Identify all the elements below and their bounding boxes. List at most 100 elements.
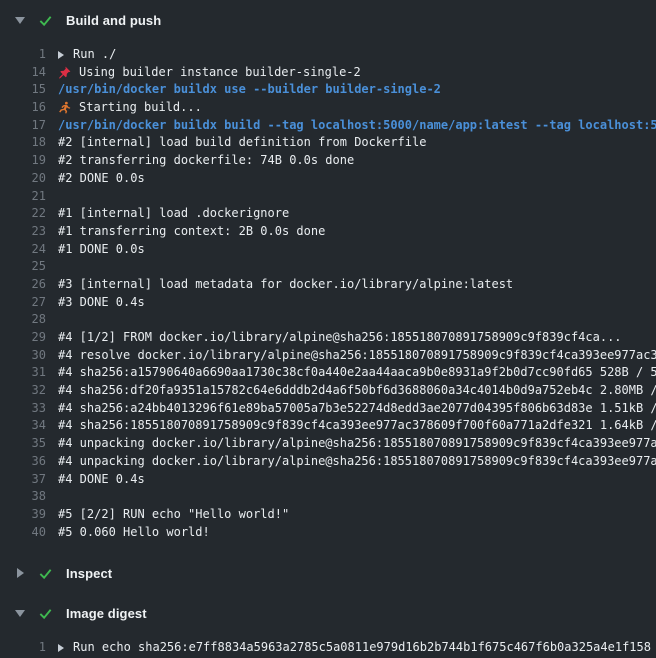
log-line: 37 #4 DONE 0.4s [0, 471, 656, 489]
line-text-content: #4 sha256:a15790640a6690aa1730c38cf0a440… [58, 364, 656, 382]
line-text [46, 258, 656, 276]
line-number[interactable]: 30 [0, 347, 46, 365]
check-icon [38, 606, 54, 621]
line-number[interactable]: 31 [0, 364, 46, 382]
line-number[interactable]: 24 [0, 241, 46, 259]
line-number[interactable]: 27 [0, 294, 46, 312]
line-number[interactable]: 35 [0, 435, 46, 453]
line-number[interactable]: 38 [0, 488, 46, 506]
expand-group-arrow-icon[interactable] [58, 644, 64, 652]
line-text-content: #4 unpacking docker.io/library/alpine@sh… [58, 435, 656, 453]
log-line: 24 #1 DONE 0.0s [0, 241, 656, 259]
log-line: 22 #1 [internal] load .dockerignore [0, 205, 656, 223]
step-log-lines: 1 Run echo sha256:e7ff8834a5963a2785c5a0… [0, 633, 656, 658]
line-text-content: #4 resolve docker.io/library/alpine@sha2… [58, 347, 656, 365]
log-line: 32 #4 sha256:df20fa9351a15782c64e6dddb2d… [0, 382, 656, 400]
log-line: 1 Run ./ [0, 46, 656, 64]
log-line: 40 #5 0.060 Hello world! [0, 524, 656, 542]
line-text: #2 transferring dockerfile: 74B 0.0s don… [46, 152, 656, 170]
line-text-content: #1 transferring context: 2B 0.0s done [58, 223, 325, 241]
line-number[interactable]: 23 [0, 223, 46, 241]
step-log-lines: 1 Run ./ 14 Using builder instance build… [0, 40, 656, 553]
step-header[interactable]: Image digest [0, 593, 656, 633]
line-number[interactable]: 21 [0, 188, 46, 206]
line-number[interactable]: 37 [0, 471, 46, 489]
line-text: #4 DONE 0.4s [46, 471, 656, 489]
check-icon [38, 13, 54, 28]
line-text: #3 [internal] load metadata for docker.i… [46, 276, 656, 294]
chevron-down-icon[interactable] [14, 17, 26, 24]
line-number[interactable]: 26 [0, 276, 46, 294]
line-number[interactable]: 20 [0, 170, 46, 188]
log-line: 36 #4 unpacking docker.io/library/alpine… [0, 453, 656, 471]
line-number[interactable]: 34 [0, 417, 46, 435]
line-text-content: #4 DONE 0.4s [58, 471, 145, 489]
line-text-content: #4 sha256:a24bb4013296f61e89ba57005a7b3e… [58, 400, 656, 418]
line-text [46, 311, 656, 329]
line-text: #2 DONE 0.0s [46, 170, 656, 188]
line-text: Starting build... [46, 99, 656, 117]
line-number[interactable]: 14 [0, 64, 46, 82]
step-section-image-digest: Image digest 1 Run echo sha256:e7ff8834a… [0, 593, 656, 658]
line-number[interactable]: 33 [0, 400, 46, 418]
line-number[interactable]: 1 [0, 639, 46, 657]
line-text [46, 188, 656, 206]
step-title: Image digest [66, 606, 147, 621]
log-line: 34 #4 sha256:185518070891758909c9f839cf4… [0, 417, 656, 435]
line-number[interactable]: 39 [0, 506, 46, 524]
line-number[interactable]: 29 [0, 329, 46, 347]
line-text: #5 [2/2] RUN echo "Hello world!" [46, 506, 656, 524]
line-text: Run ./ [46, 46, 656, 64]
step-section-build-and-push: Build and push 1 Run ./ 14 Using builder… [0, 0, 656, 553]
actions-log-viewer: Build and push 1 Run ./ 14 Using builder… [0, 0, 656, 658]
line-number[interactable]: 1 [0, 46, 46, 64]
line-text: #3 DONE 0.4s [46, 294, 656, 312]
runner-icon [58, 101, 72, 114]
log-line: 14 Using builder instance builder-single… [0, 64, 656, 82]
line-number[interactable]: 40 [0, 524, 46, 542]
line-number[interactable]: 36 [0, 453, 46, 471]
line-number[interactable]: 28 [0, 311, 46, 329]
line-text: #4 sha256:df20fa9351a15782c64e6dddb2d4a6… [46, 382, 656, 400]
line-text-content: Using builder instance builder-single-2 [79, 64, 361, 82]
line-number[interactable]: 17 [0, 117, 46, 135]
log-line: 17 /usr/bin/docker buildx build --tag lo… [0, 117, 656, 135]
line-text: #4 sha256:a24bb4013296f61e89ba57005a7b3e… [46, 400, 656, 418]
line-text: /usr/bin/docker buildx build --tag local… [46, 117, 656, 135]
line-text-content: #2 [internal] load build definition from… [58, 134, 426, 152]
chevron-right-icon[interactable] [14, 568, 26, 578]
log-line: 18 #2 [internal] load build definition f… [0, 134, 656, 152]
line-number[interactable]: 18 [0, 134, 46, 152]
line-text: #5 0.060 Hello world! [46, 524, 656, 542]
log-line: 16 Starting build... [0, 99, 656, 117]
line-text: #4 unpacking docker.io/library/alpine@sh… [46, 435, 656, 453]
line-number[interactable]: 25 [0, 258, 46, 276]
line-number[interactable]: 19 [0, 152, 46, 170]
log-line: 38 [0, 488, 656, 506]
line-number[interactable]: 32 [0, 382, 46, 400]
chevron-down-icon[interactable] [14, 610, 26, 617]
log-line: 35 #4 unpacking docker.io/library/alpine… [0, 435, 656, 453]
line-number[interactable]: 16 [0, 99, 46, 117]
log-line: 19 #2 transferring dockerfile: 74B 0.0s … [0, 152, 656, 170]
line-text-content: #2 transferring dockerfile: 74B 0.0s don… [58, 152, 354, 170]
log-line: 28 [0, 311, 656, 329]
log-line: 26 #3 [internal] load metadata for docke… [0, 276, 656, 294]
line-text: #1 DONE 0.0s [46, 241, 656, 259]
line-text: Using builder instance builder-single-2 [46, 64, 656, 82]
line-text-content: /usr/bin/docker buildx use --builder bui… [58, 81, 441, 99]
expand-group-arrow-icon[interactable] [58, 51, 64, 59]
log-line: 31 #4 sha256:a15790640a6690aa1730c38cf0a… [0, 364, 656, 382]
log-line: 33 #4 sha256:a24bb4013296f61e89ba57005a7… [0, 400, 656, 418]
line-text-content: Run echo sha256:e7ff8834a5963a2785c5a081… [73, 639, 651, 657]
line-number[interactable]: 22 [0, 205, 46, 223]
step-header[interactable]: Build and push [0, 0, 656, 40]
line-text-content: #4 sha256:df20fa9351a15782c64e6dddb2d4a6… [58, 382, 656, 400]
line-text-content: #2 DONE 0.0s [58, 170, 145, 188]
log-line: 21 [0, 188, 656, 206]
step-header[interactable]: Inspect [0, 553, 656, 593]
step-section-inspect: Inspect [0, 553, 656, 593]
line-text: #4 unpacking docker.io/library/alpine@sh… [46, 453, 656, 471]
line-number[interactable]: 15 [0, 81, 46, 99]
line-text-content: #4 unpacking docker.io/library/alpine@sh… [58, 453, 656, 471]
